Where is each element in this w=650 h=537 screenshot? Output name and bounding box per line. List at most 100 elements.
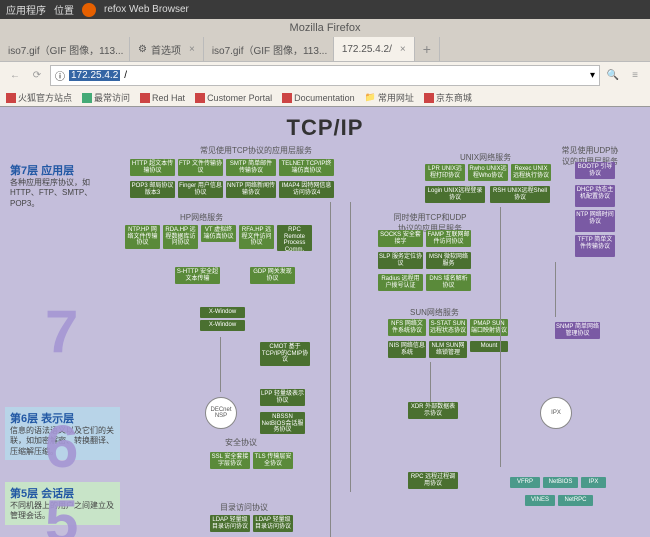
close-icon[interactable]: × bbox=[400, 44, 406, 55]
sec-unix: UNIX网络服务 bbox=[460, 152, 511, 163]
box-smtp: SMTP 简单邮件传输协议 bbox=[226, 159, 276, 176]
sec-tcp-apps: 常见使用TCP协议的应用层服务 bbox=[200, 145, 312, 156]
os-top-bar: 应用程序 位置 refox Web Browser bbox=[0, 0, 650, 19]
firefox-icon[interactable] bbox=[82, 3, 96, 17]
box-lpp: LPP 轻量级表示协议 bbox=[260, 389, 305, 406]
box-pop3: POP3 邮局协议版本3 bbox=[130, 181, 175, 198]
box-imap4: IMAP4 因特网信息访问协议4 bbox=[279, 181, 334, 198]
connector bbox=[220, 337, 221, 392]
box-msn: MSN 微软网络服务 bbox=[426, 252, 471, 269]
connector bbox=[330, 202, 331, 537]
box-nis: NIS 网络信息系统 bbox=[388, 341, 426, 358]
box-nfs: NFS 网络文件系统协议 bbox=[388, 319, 426, 336]
search-button[interactable]: 🔍 bbox=[604, 67, 622, 85]
box-rfahp: RFA.HP 远程文件访问协议 bbox=[239, 225, 274, 249]
tab-1[interactable]: ⚙首选项× bbox=[130, 37, 204, 61]
box-http: HTTP 超文本传输协议 bbox=[130, 159, 175, 176]
box-xwin2: X-Window bbox=[200, 320, 245, 331]
sec-sec: 安全协议 bbox=[225, 437, 257, 448]
box-ntp: NTP 网络时间协议 bbox=[575, 210, 615, 232]
box-netbios: NetBIOS bbox=[543, 477, 578, 488]
box-nntp: NNTP 网络新闻传输协议 bbox=[226, 181, 276, 198]
box-dns: DNS 域名解析协议 bbox=[426, 274, 471, 291]
window-title: Mozilla Firefox bbox=[0, 19, 650, 37]
back-button[interactable]: ← bbox=[6, 67, 24, 85]
places-menu[interactable]: 位置 bbox=[54, 2, 74, 17]
box-radius: Radius 远程用户拨号认证 bbox=[378, 274, 423, 291]
box-gdp: GDP 网关发现协议 bbox=[250, 267, 295, 284]
box-pmap: PMAP SUN端口映射协议 bbox=[470, 319, 508, 336]
box-ldap2: LDAP 轻量级目录访问协议 bbox=[253, 515, 293, 532]
tab-3[interactable]: 172.25.4.2/× bbox=[334, 37, 415, 61]
box-rexec: Rexec UNIX远程执行协议 bbox=[511, 164, 551, 181]
sec-hp: HP网络服务 bbox=[180, 212, 223, 223]
box-famp: FAMP 互联网邮件访问协议 bbox=[426, 230, 471, 247]
box-rpc: RPC Remote Process Comm. bbox=[277, 225, 312, 251]
box-lpr: LPR UNIX远程打印协议 bbox=[425, 164, 465, 181]
tcpip-diagram: TCP/IP 第7层 应用层 各种应用程序协议，如HTTP、FTP、SMTP、P… bbox=[0, 107, 650, 537]
browser-label: refox Web Browser bbox=[104, 4, 189, 15]
bookmark-2[interactable]: Red Hat bbox=[140, 91, 185, 104]
box-snmp: SNMP 简单网络管理协议 bbox=[555, 322, 600, 339]
box-shttp: S-HTTP 安全超文本传输 bbox=[175, 267, 220, 284]
url-input[interactable]: ⓘ172.25.4.2/ ▾ bbox=[50, 65, 600, 86]
box-socks: SOCKS 安全套接字 bbox=[378, 230, 423, 247]
box-ntphp: NTP.HP 网络文件传输协议 bbox=[125, 225, 160, 249]
connector bbox=[430, 362, 431, 402]
box-ipx: IPX bbox=[581, 477, 606, 488]
box-ldap1: LDAP 轻量级目录访问协议 bbox=[210, 515, 250, 532]
nav-bar: ← ⟳ ⓘ172.25.4.2/ ▾ 🔍 ≡ bbox=[0, 62, 650, 89]
box-rwho: Rwho UNIX远程Who协议 bbox=[468, 164, 508, 181]
sec-dir: 目录访问协议 bbox=[220, 502, 268, 513]
bookmark-1[interactable]: 最常访问 bbox=[82, 91, 130, 104]
layer-number-6: 6 bbox=[45, 412, 78, 481]
box-vt: VT 虚拟终端仿真协议 bbox=[201, 225, 236, 242]
new-tab-button[interactable]: + bbox=[415, 37, 440, 61]
box-sstat: S-STAT SUN远程状态协议 bbox=[429, 319, 467, 336]
box-telnet: TELNET TCP/IP终端仿真协议 bbox=[279, 159, 334, 176]
box-tls: TLS 传输层安全协议 bbox=[253, 452, 293, 469]
circle-decnet: DECnet NSP bbox=[205, 397, 237, 429]
bookmark-3[interactable]: Customer Portal bbox=[195, 91, 272, 104]
box-rsh: RSH UNIX远程Shell协议 bbox=[490, 186, 550, 203]
tab-0[interactable]: iso7.gif（GIF 图像，113...× bbox=[0, 37, 130, 61]
box-rdahp: RDA.HP 远程数据库访问协议 bbox=[163, 225, 198, 249]
box-finger: Finger 用户信息协议 bbox=[178, 181, 223, 198]
layer-number-7: 7 bbox=[45, 297, 78, 366]
box-nlm: NLM SUN网络锁管理 bbox=[429, 341, 467, 358]
reload-button[interactable]: ⟳ bbox=[28, 67, 46, 85]
page-content: TCP/IP 第7层 应用层 各种应用程序协议，如HTTP、FTP、SMTP、P… bbox=[0, 107, 650, 537]
tab-2[interactable]: iso7.gif（GIF 图像，113...× bbox=[204, 37, 334, 61]
circle-ipx: IPX bbox=[540, 397, 572, 429]
box-xdr: XDR 外部数据表示协议 bbox=[408, 402, 458, 419]
bookmark-bar: 火狐官方站点 最常访问 Red Hat Customer Portal Docu… bbox=[0, 89, 650, 107]
bookmark-0[interactable]: 火狐官方站点 bbox=[6, 91, 72, 104]
bookmark-4[interactable]: Documentation bbox=[282, 91, 355, 104]
close-icon[interactable]: × bbox=[189, 44, 195, 55]
apps-menu[interactable]: 应用程序 bbox=[6, 2, 46, 17]
box-netrpc: NetRPC bbox=[558, 495, 593, 506]
box-rpc2: RPC 远程过程调用协议 bbox=[408, 472, 458, 489]
layer7-desc: 各种应用程序协议，如HTTP、FTP、SMTP、POP3。 bbox=[10, 178, 110, 209]
bookmark-5[interactable]: 📁常用网址 bbox=[365, 91, 414, 104]
layer7-title: 第7层 应用层 bbox=[10, 162, 110, 178]
connector bbox=[350, 202, 351, 492]
chevron-down-icon[interactable]: ▾ bbox=[590, 70, 595, 81]
connector bbox=[500, 207, 501, 467]
box-ftp: FTP 文件传输协议 bbox=[178, 159, 223, 176]
box-nbssn: NBSSN NetBIOS会话服务协议 bbox=[260, 412, 305, 434]
bookmark-6[interactable]: 京东商城 bbox=[424, 91, 472, 104]
sec-sun: SUN网络服务 bbox=[410, 307, 459, 318]
box-vfrp: VFRP bbox=[510, 477, 540, 488]
box-login: Login UNIX远程登录协议 bbox=[425, 186, 485, 203]
tab-bar: iso7.gif（GIF 图像，113...× ⚙首选项× iso7.gif（G… bbox=[0, 37, 650, 62]
connector bbox=[555, 262, 556, 317]
box-mount: Mount bbox=[470, 341, 508, 352]
box-tftp: TFTP 简单文件传输协议 bbox=[575, 235, 615, 257]
box-slp: SLP 服务定位协议 bbox=[378, 252, 423, 269]
box-bootp: BOOTP 引导协议 bbox=[575, 162, 615, 179]
menu-button[interactable]: ≡ bbox=[626, 67, 644, 85]
box-dhcp: DHCP 动态主机配置协议 bbox=[575, 185, 615, 207]
box-cmot: CMOT 基于TCP/IP的CMIP协议 bbox=[260, 342, 310, 366]
diagram-title: TCP/IP bbox=[287, 115, 364, 141]
